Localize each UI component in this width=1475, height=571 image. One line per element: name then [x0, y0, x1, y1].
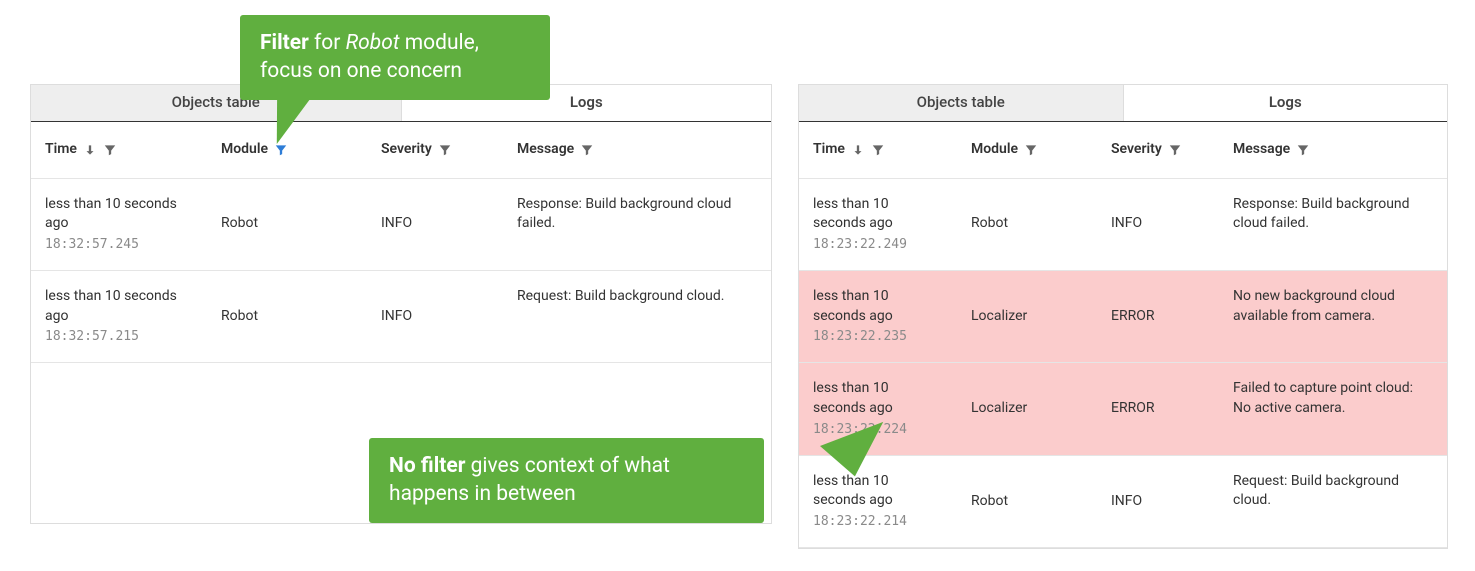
time-relative: less than 10 seconds ago: [45, 195, 193, 234]
cell-module: Localizer: [957, 363, 1097, 454]
cell-time: less than 10 seconds ago 18:23:22.214: [799, 456, 957, 547]
time-absolute: 18:32:57.215: [45, 328, 193, 346]
tab-logs[interactable]: Logs: [1124, 85, 1448, 121]
col-time[interactable]: Time: [31, 122, 207, 178]
cell-message: Request: Build background cloud.: [1219, 456, 1447, 547]
col-message[interactable]: Message: [1219, 122, 1447, 178]
time-relative: less than 10 seconds ago: [45, 287, 193, 326]
cell-severity: INFO: [1097, 179, 1219, 270]
col-module[interactable]: Module: [957, 122, 1097, 178]
time-relative: less than 10 seconds ago: [813, 379, 943, 418]
cell-time: less than 10 seconds ago 18:23:22.249: [799, 179, 957, 270]
cell-time: less than 10 seconds ago 18:32:57.215: [31, 271, 207, 362]
log-panel-unfiltered: Objects table Logs Time Module Severity …: [798, 84, 1448, 549]
time-relative: less than 10 seconds ago: [813, 195, 943, 234]
filter-icon[interactable]: [1296, 143, 1310, 157]
sort-desc-icon[interactable]: [83, 143, 97, 157]
time-relative: less than 10 seconds ago: [813, 472, 943, 511]
filter-icon[interactable]: [1024, 143, 1038, 157]
log-row[interactable]: less than 10 seconds ago 18:23:22.249 Robo…: [799, 179, 1447, 271]
log-row[interactable]: less than 10 seconds ago 18:32:57.245 Robo…: [31, 179, 771, 271]
cell-severity: INFO: [367, 179, 503, 270]
filter-icon[interactable]: [871, 143, 885, 157]
col-message[interactable]: Message: [503, 122, 771, 178]
log-row[interactable]: less than 10 seconds ago 18:23:22.235 Loca…: [799, 271, 1447, 363]
filter-icon[interactable]: [274, 143, 288, 157]
cell-module: Robot: [207, 179, 367, 270]
cell-message: Response: Build background cloud failed.: [503, 179, 771, 270]
filter-icon[interactable]: [103, 143, 117, 157]
time-absolute: 18:23:22.249: [813, 236, 943, 254]
column-headers: Time Module Severity Message: [31, 122, 771, 179]
cell-severity: ERROR: [1097, 271, 1219, 362]
column-headers: Time Module Severity Message: [799, 122, 1447, 179]
cell-severity: INFO: [367, 271, 503, 362]
log-row[interactable]: less than 10 seconds ago18:23:22.224Loca…: [799, 363, 1447, 455]
cell-module: Localizer: [957, 271, 1097, 362]
tab-objects-table[interactable]: Objects table: [799, 85, 1124, 121]
callout-nofilter-bold: No filter: [389, 454, 465, 478]
filter-icon[interactable]: [438, 143, 452, 157]
cell-message: Failed to capture point cloud: No active…: [1219, 363, 1447, 454]
filter-icon[interactable]: [580, 143, 594, 157]
tab-bar: Objects table Logs: [799, 85, 1447, 122]
time-absolute: 18:23:22.214: [813, 513, 943, 531]
log-row[interactable]: less than 10 seconds ago 18:32:57.215 Robo…: [31, 271, 771, 363]
callout-filter-italic: Robot: [346, 31, 400, 55]
col-severity[interactable]: Severity: [367, 122, 503, 178]
cell-message: Request: Build background cloud.: [503, 271, 771, 362]
cell-message: No new background cloud available from c…: [1219, 271, 1447, 362]
callout-filter-bold: Filter: [260, 31, 309, 55]
callout-filter: Filter for Robot module, focus on one co…: [240, 15, 550, 100]
col-severity[interactable]: Severity: [1097, 122, 1219, 178]
cell-module: Robot: [957, 179, 1097, 270]
cell-module: Robot: [957, 456, 1097, 547]
cell-time: less than 10 seconds ago 18:23:22.235: [799, 271, 957, 362]
cell-time: less than 10 seconds ago 18:32:57.245: [31, 179, 207, 270]
cell-message: Response: Build background cloud failed.: [1219, 179, 1447, 270]
sort-desc-icon[interactable]: [851, 143, 865, 157]
log-row[interactable]: less than 10 seconds ago 18:23:22.214 Robo…: [799, 456, 1447, 548]
cell-severity: INFO: [1097, 456, 1219, 547]
time-absolute: 18:32:57.245: [45, 236, 193, 254]
cell-module: Robot: [207, 271, 367, 362]
time-absolute: 18:23:22.235: [813, 328, 943, 346]
time-relative: less than 10 seconds ago: [813, 287, 943, 326]
callout-nofilter: No filter gives context of what happens …: [369, 438, 764, 523]
cell-severity: ERROR: [1097, 363, 1219, 454]
col-time[interactable]: Time: [799, 122, 957, 178]
filter-icon[interactable]: [1168, 143, 1182, 157]
